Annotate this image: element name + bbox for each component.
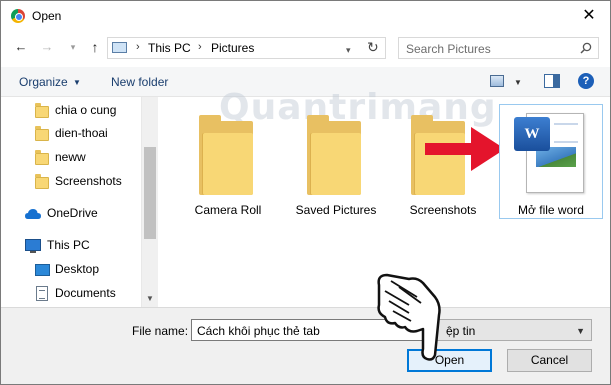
computer-icon	[25, 239, 41, 253]
pointing-hand-icon	[377, 273, 441, 361]
search-icon	[580, 42, 592, 54]
breadcrumb-pictures[interactable]: Pictures	[211, 41, 254, 55]
file-name: Screenshots	[409, 203, 477, 217]
folder-icon	[199, 115, 253, 195]
sidebar-item-desktop[interactable]: Desktop	[1, 259, 141, 281]
file-name: Mở file word	[518, 203, 584, 217]
address-dropdown-chevron-icon[interactable]: ▾	[346, 45, 351, 56]
sidebar-item-label: OneDrive	[47, 206, 98, 220]
window-title: Open	[32, 9, 62, 23]
dialog-footer: File name: Cách khôi phục thẻ tab ệp tin…	[1, 307, 610, 384]
sidebar-item-dien-thoai[interactable]: dien-thoai	[1, 123, 141, 145]
sidebar-item-label: chia o cung	[55, 103, 117, 117]
navigation-scrollbar[interactable]: ▼	[141, 97, 158, 307]
sidebar-item-this-pc[interactable]: This PC	[1, 235, 141, 257]
folder-icon	[35, 126, 49, 141]
scroll-down-arrow-icon[interactable]: ▼	[146, 294, 154, 303]
forward-arrow-icon[interactable]: →	[39, 39, 55, 55]
breadcrumb-separator[interactable]: ›	[198, 41, 202, 53]
change-view-icon[interactable]	[490, 75, 504, 87]
sidebar-item-label: This PC	[47, 238, 90, 252]
folder-icon	[35, 150, 49, 165]
recent-locations-chevron-icon[interactable]: ▾	[65, 39, 81, 55]
folder-icon	[307, 115, 361, 195]
up-arrow-icon[interactable]: ↑	[87, 39, 103, 55]
breadcrumb-this-pc[interactable]: This PC	[148, 41, 191, 55]
help-icon[interactable]: ?	[578, 73, 594, 89]
sidebar-item-label: dien-thoai	[55, 126, 108, 140]
cancel-button[interactable]: Cancel	[507, 349, 592, 372]
new-folder-button[interactable]: New folder	[111, 75, 168, 89]
title-bar: Open ✕	[1, 1, 610, 31]
desktop-icon	[35, 264, 50, 276]
file-name: Camera Roll	[194, 203, 262, 217]
open-dialog: Open ✕ ← → ▾ ↑ › This PC › Pictures ▾ ↻ …	[0, 0, 611, 385]
sidebar-item-label: Desktop	[55, 262, 100, 276]
close-button[interactable]: ✕	[578, 5, 600, 27]
address-bar[interactable]: › This PC › Pictures	[107, 37, 386, 59]
breadcrumb-separator[interactable]: ›	[136, 41, 140, 53]
file-name-value[interactable]: Cách khôi phục thẻ tab	[197, 324, 320, 338]
chrome-icon	[11, 9, 25, 23]
cloud-icon	[25, 209, 41, 219]
navigation-pane: chia o cung dien-thoai neww Screenshots …	[1, 97, 158, 307]
sidebar-item-label: neww	[55, 150, 86, 164]
folder-icon	[35, 103, 49, 118]
sidebar-item-chia-o-cung[interactable]: chia o cung	[1, 100, 141, 122]
back-arrow-icon[interactable]: ←	[13, 39, 29, 55]
folder-icon	[35, 174, 49, 189]
sidebar-item-neww[interactable]: neww	[1, 147, 141, 169]
file-name: Saved Pictures	[295, 203, 377, 217]
organize-button[interactable]: Organize	[19, 75, 68, 89]
scrollbar-thumb[interactable]	[144, 147, 156, 239]
refresh-icon[interactable]: ↻	[367, 39, 379, 56]
documents-icon	[36, 286, 48, 301]
sidebar-item-screenshots[interactable]: Screenshots	[1, 171, 141, 193]
sidebar-item-label: Documents	[55, 286, 116, 300]
preview-pane-icon[interactable]	[544, 74, 560, 88]
search-box[interactable]: Search Pictures	[398, 37, 599, 59]
file-name-label: File name:	[132, 324, 189, 338]
sidebar-item-onedrive[interactable]: OneDrive	[1, 203, 141, 225]
sidebar-item-label: Screenshots	[55, 174, 122, 188]
red-arrow-icon	[425, 127, 505, 171]
word-document-icon: W	[514, 113, 588, 193]
sidebar-item-documents[interactable]: Documents	[1, 283, 141, 305]
chevron-down-icon[interactable]: ▼	[576, 326, 585, 336]
organize-chevron-icon[interactable]: ▼	[73, 78, 81, 87]
view-options-chevron-icon[interactable]: ▼	[514, 78, 522, 87]
this-pc-small-icon	[112, 42, 127, 53]
search-placeholder[interactable]: Search Pictures	[406, 42, 491, 56]
